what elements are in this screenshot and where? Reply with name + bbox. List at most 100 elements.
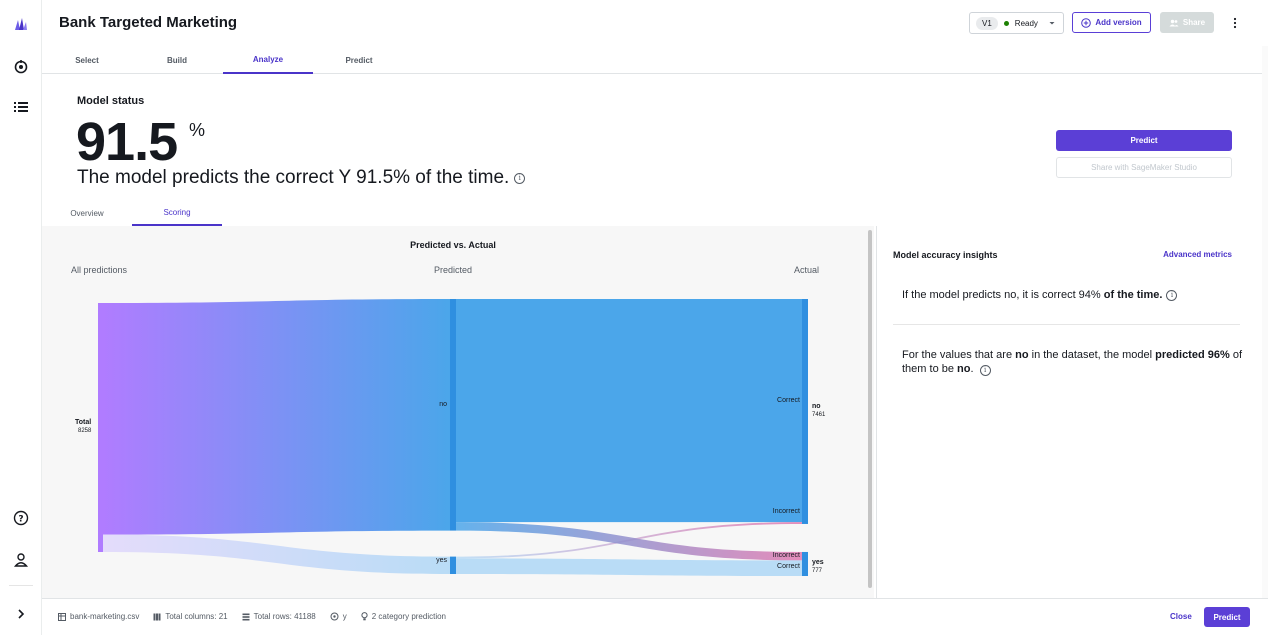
user-icon[interactable]	[11, 550, 31, 570]
help-icon[interactable]: ?	[11, 508, 31, 528]
insights-title: Model accuracy insights	[893, 250, 998, 260]
predicted-no-label: no	[439, 401, 447, 408]
actual-no-label: no	[812, 403, 821, 410]
footer-predict-button[interactable]: Predict	[1204, 607, 1250, 627]
info-icon[interactable]: i	[514, 172, 526, 184]
columns-icon	[153, 613, 161, 620]
close-button[interactable]: Close	[1170, 612, 1192, 621]
page-scrollbar[interactable]	[1262, 46, 1268, 598]
app-header: Bank Targeted Marketing V1 Ready Add ver…	[42, 0, 1268, 46]
tab-build[interactable]: Build	[132, 46, 222, 74]
ready-status-dot-icon	[1003, 20, 1009, 26]
model-accuracy-unit: %	[189, 120, 206, 140]
users-icon	[1169, 19, 1179, 26]
dataset-file: bank-marketing.csv	[58, 612, 139, 621]
sankey-chart: Predicted vs. Actual All predictions Pre…	[71, 240, 826, 576]
target-column: y	[330, 612, 347, 621]
dataset-file-name: bank-marketing.csv	[70, 612, 140, 621]
rail-divider	[9, 585, 33, 586]
insight-recall-text: .	[970, 363, 974, 375]
table-icon	[58, 612, 66, 621]
chart-scrollbar[interactable]	[868, 230, 872, 588]
dataset-rows: Total rows: 41188	[242, 612, 316, 621]
source-node-value: 8258	[78, 428, 92, 434]
node-actual-yes	[802, 551, 808, 576]
insight-precision: If the model predicts no, it is correct …	[902, 288, 1178, 302]
flow-no-correct	[456, 299, 802, 523]
canvas-logo-icon[interactable]	[11, 14, 31, 34]
column-label-all: All predictions	[71, 265, 128, 275]
flow-label-no-incorrect: Incorrect	[773, 508, 800, 515]
predict-button[interactable]: Predict	[1056, 130, 1232, 151]
info-icon[interactable]: i	[1166, 289, 1178, 301]
insight-recall-bold: no	[957, 363, 971, 375]
expand-rail-icon[interactable]	[11, 604, 31, 624]
insight-recall-text: in the dataset, the model	[1028, 349, 1156, 361]
flow-no-incorrect	[456, 522, 802, 561]
insight-recall-bold: predicted 96%	[1155, 349, 1230, 361]
rows-icon	[242, 613, 250, 620]
tab-overview[interactable]: Overview	[42, 200, 132, 226]
insight-precision-text: If the model predicts no, it is correct …	[902, 289, 1101, 301]
models-icon[interactable]	[11, 57, 31, 77]
lightbulb-icon	[361, 612, 368, 621]
advanced-metrics-link[interactable]: Advanced metrics	[1163, 250, 1232, 259]
column-label-predicted: Predicted	[434, 265, 472, 275]
column-label-actual: Actual	[794, 265, 819, 275]
share-button[interactable]: Share	[1160, 12, 1214, 33]
predicted-yes-label: yes	[436, 557, 447, 564]
insight-recall: For the values that are no in the datase…	[902, 348, 1242, 376]
dataset-summary: bank-marketing.csv Total columns: 21 Tot…	[58, 612, 446, 621]
flow-label-yes-incorrect: Incorrect	[773, 552, 800, 559]
flow-total-to-no	[103, 299, 450, 535]
node-actual-no	[802, 299, 808, 524]
footer-bar: bank-marketing.csv Total columns: 21 Tot…	[42, 598, 1268, 635]
info-icon[interactable]: i	[979, 364, 991, 376]
left-rail: ?	[0, 0, 42, 635]
share-sagemaker-studio-button[interactable]: Share with SageMaker Studio	[1056, 157, 1232, 178]
page-title: Bank Targeted Marketing	[59, 14, 238, 31]
add-version-label: Add version	[1095, 18, 1142, 27]
sankey-chart-panel: Predicted vs. Actual All predictions Pre…	[42, 226, 874, 598]
share-label: Share	[1182, 18, 1206, 27]
insights-divider	[893, 324, 1240, 325]
node-predicted-no	[450, 299, 456, 531]
chart-title: Predicted vs. Actual	[410, 240, 496, 250]
tab-analyze[interactable]: Analyze	[223, 46, 313, 74]
flow-yes-correct	[456, 558, 802, 576]
version-status: Ready	[1014, 18, 1038, 28]
model-accuracy-text: The model predicts the correct Y 91.5% o…	[77, 167, 510, 188]
node-total	[98, 303, 103, 552]
model-status-label: Model status	[77, 95, 145, 107]
flow-label-no-correct: Correct	[777, 397, 800, 404]
tab-select[interactable]: Select	[42, 46, 132, 74]
plus-circle-icon	[1081, 17, 1092, 28]
flow-label-yes-correct: Correct	[777, 563, 800, 570]
model-accuracy-description: The model predicts the correct Y 91.5% o…	[77, 167, 526, 189]
dataset-rows-count: Total rows: 41188	[253, 612, 316, 621]
accuracy-insights-panel: Model accuracy insights Advanced metrics…	[876, 226, 1260, 598]
tab-scoring[interactable]: Scoring	[132, 200, 222, 226]
add-version-button[interactable]: Add version	[1072, 12, 1151, 33]
model-accuracy-value: 91.5	[76, 112, 178, 172]
version-badge: V1	[976, 16, 998, 30]
target-icon	[330, 612, 339, 621]
chevron-down-icon	[1049, 22, 1055, 25]
main-tabs: Select Build Analyze Predict	[42, 46, 1268, 74]
node-predicted-yes	[450, 556, 456, 574]
tab-predict[interactable]: Predict	[314, 46, 404, 74]
target-column-name: y	[342, 612, 347, 621]
insight-precision-bold: of the time.	[1100, 289, 1163, 301]
actual-no-value: 7461	[812, 412, 826, 418]
insight-recall-bold: no	[1015, 349, 1029, 361]
source-node-label: Total	[75, 419, 91, 426]
dataset-columns: Total columns: 21	[153, 612, 228, 621]
version-select[interactable]: V1 Ready	[969, 12, 1064, 34]
flow-total-to-yes	[103, 534, 450, 574]
actual-yes-value: 777	[812, 568, 823, 574]
datasets-list-icon[interactable]	[11, 97, 31, 117]
dataset-columns-count: Total columns: 21	[165, 612, 228, 621]
actual-yes-label: yes	[812, 559, 824, 566]
more-options-icon[interactable]	[1228, 14, 1242, 32]
prediction-type: 2 category prediction	[361, 612, 446, 621]
